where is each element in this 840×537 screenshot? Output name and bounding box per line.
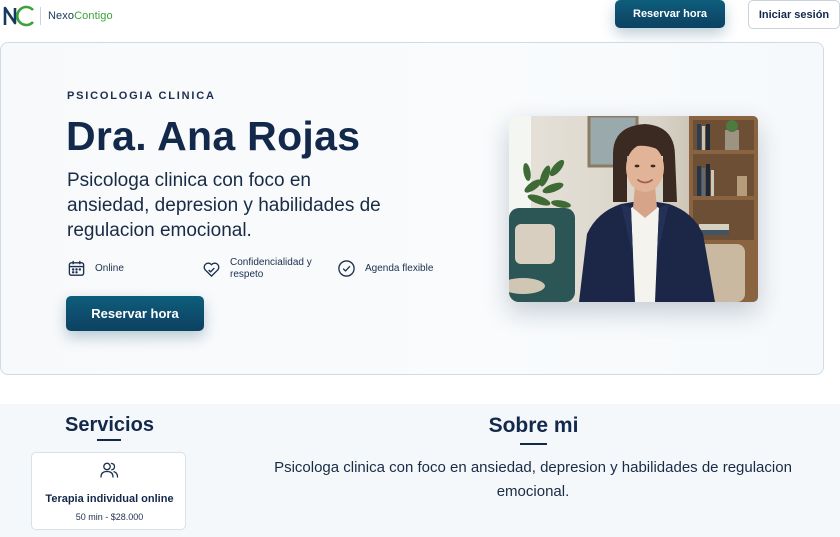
feature-label: Online bbox=[95, 263, 124, 274]
hero-section: PSICOLOGIA CLINICA Dra. Ana Rojas Psicol… bbox=[0, 42, 824, 375]
about-title-underline bbox=[520, 443, 547, 445]
logo-mark-icon bbox=[3, 5, 34, 27]
hero-eyebrow: PSICOLOGIA CLINICA bbox=[67, 90, 216, 102]
feature-label: Agenda flexible bbox=[365, 263, 434, 274]
feature-flexible-schedule: Agenda flexible bbox=[337, 259, 433, 278]
brand-logo[interactable]: NexoContigo bbox=[3, 5, 113, 27]
heart-handshake-icon bbox=[203, 262, 220, 277]
feature-online: Online bbox=[67, 259, 124, 278]
services-title-underline bbox=[97, 439, 121, 441]
services-title: Servicios bbox=[65, 414, 154, 436]
users-icon bbox=[100, 462, 119, 478]
header-reserve-button[interactable]: Reservar hora bbox=[615, 0, 725, 28]
login-button[interactable]: Iniciar sesión bbox=[748, 0, 840, 29]
about-text: Psicologa clinica con foco en ansiedad, … bbox=[274, 459, 792, 500]
doctor-portrait-image bbox=[509, 116, 758, 302]
doctor-name: Dra. Ana Rojas bbox=[66, 113, 361, 159]
feature-label: Confidencialidad y respeto bbox=[230, 257, 312, 280]
check-circle-icon bbox=[338, 260, 355, 277]
logo-divider bbox=[40, 7, 41, 25]
calendar-icon bbox=[68, 260, 85, 276]
hero-description: Psicologa clinica con foco en ansiedad, … bbox=[67, 170, 381, 241]
hero-reserve-button[interactable]: Reservar hora bbox=[66, 296, 204, 331]
service-name: Terapia individual online bbox=[45, 493, 174, 505]
brand-name: NexoContigo bbox=[48, 10, 113, 22]
site-header: NexoContigo Reservar hora Iniciar sesión bbox=[0, 0, 840, 36]
feature-confidentiality: Confidencialidad y respeto bbox=[202, 257, 326, 281]
about-title: Sobre mi bbox=[488, 414, 579, 437]
doctor-photo bbox=[509, 116, 758, 302]
service-card[interactable]: Terapia individual online 50 min - $28.0… bbox=[31, 452, 186, 530]
feature-list: Online Confidencialidad y respeto Agenda… bbox=[67, 257, 467, 285]
service-price: 50 min - $28.000 bbox=[75, 512, 144, 522]
